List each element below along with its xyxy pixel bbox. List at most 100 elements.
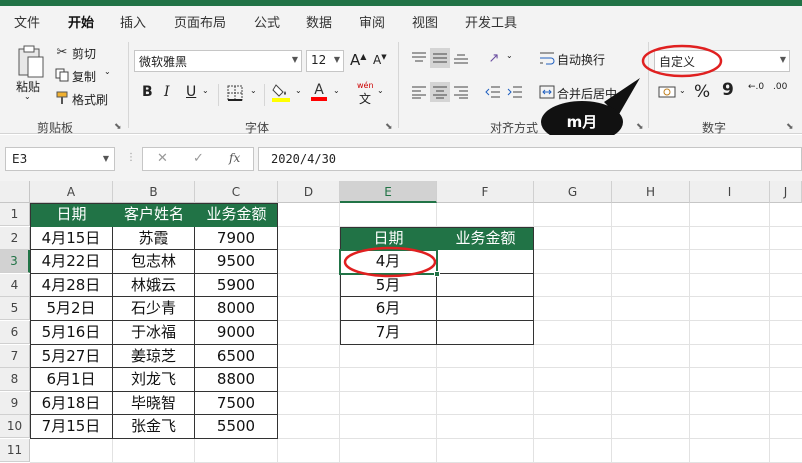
- tab-review[interactable]: 审阅: [359, 12, 385, 31]
- underline-dropdown-icon[interactable]: ⌄: [202, 86, 209, 95]
- table-cell[interactable]: [437, 273, 534, 298]
- table-cell[interactable]: 8800: [195, 368, 278, 392]
- font-color-icon[interactable]: A: [310, 81, 328, 103]
- bold-button[interactable]: B: [142, 84, 153, 100]
- table-cell[interactable]: 5月27日: [30, 344, 113, 369]
- tab-view[interactable]: 视图: [412, 12, 438, 31]
- copy-button[interactable]: 复制: [72, 68, 96, 85]
- phonetic-guide-icon[interactable]: wén: [357, 81, 374, 90]
- tab-developer[interactable]: 开发工具: [465, 12, 517, 31]
- table-cell[interactable]: 6月: [340, 297, 437, 321]
- accounting-format-icon[interactable]: [657, 84, 677, 100]
- name-box[interactable]: E3 ▼: [5, 147, 115, 171]
- row-header-3[interactable]: 3: [0, 250, 30, 274]
- row-header-11[interactable]: 11: [0, 439, 30, 462]
- decrease-indent-icon[interactable]: [484, 84, 502, 100]
- tab-home[interactable]: 开始: [68, 12, 94, 31]
- column-header-i[interactable]: I: [690, 181, 770, 203]
- insert-function-icon[interactable]: fx: [229, 151, 240, 165]
- align-bottom-icon[interactable]: [452, 50, 470, 66]
- increase-indent-icon[interactable]: [506, 84, 524, 100]
- table-header-cell[interactable]: 业务金额: [437, 226, 534, 251]
- column-header-g[interactable]: G: [534, 181, 612, 203]
- table-cell[interactable]: 6月18日: [30, 391, 113, 416]
- table-header-cell[interactable]: 客户姓名: [113, 203, 195, 227]
- table-cell[interactable]: 林娥云: [113, 273, 195, 298]
- align-right-icon[interactable]: [452, 84, 470, 100]
- table-cell[interactable]: 张金飞: [113, 415, 195, 439]
- table-cell[interactable]: 4月22日: [30, 250, 113, 274]
- table-cell[interactable]: 刘龙飞: [113, 368, 195, 392]
- align-center-icon[interactable]: [430, 82, 450, 102]
- column-header-c[interactable]: C: [195, 181, 278, 203]
- cancel-icon[interactable]: ✕: [157, 151, 168, 166]
- table-cell[interactable]: 姜琼芝: [113, 344, 195, 369]
- paste-dropdown-icon[interactable]: ⌄: [24, 92, 31, 101]
- column-header-a[interactable]: A: [30, 181, 113, 203]
- row-header-6[interactable]: 6: [0, 321, 30, 344]
- align-top-icon[interactable]: [410, 50, 428, 66]
- comma-style-button[interactable]: 9: [722, 80, 734, 100]
- column-header-h[interactable]: H: [612, 181, 690, 203]
- align-left-icon[interactable]: [410, 84, 428, 100]
- borders-icon[interactable]: [226, 84, 244, 102]
- font-size-combo[interactable]: 12 ▼: [306, 50, 344, 72]
- shrink-font-button[interactable]: A▼: [373, 53, 387, 67]
- row-header-2[interactable]: 2: [0, 226, 30, 250]
- table-cell[interactable]: 7月: [340, 321, 437, 345]
- select-all-corner[interactable]: [0, 181, 30, 203]
- table-cell[interactable]: 6月1日: [30, 368, 113, 392]
- tab-file[interactable]: 文件: [14, 12, 40, 31]
- table-cell[interactable]: 4月28日: [30, 273, 113, 298]
- column-header-j[interactable]: J: [770, 181, 802, 203]
- increase-decimal-button[interactable]: ←.0: [748, 83, 768, 92]
- table-cell[interactable]: 毕晓智: [113, 391, 195, 416]
- table-cell[interactable]: [437, 250, 534, 274]
- table-cell[interactable]: 7900: [195, 226, 278, 251]
- tab-insert[interactable]: 插入: [120, 12, 146, 31]
- decrease-decimal-button[interactable]: .00: [773, 83, 795, 92]
- tab-data[interactable]: 数据: [306, 12, 332, 31]
- table-cell[interactable]: 9500: [195, 250, 278, 274]
- alignment-launcher-icon[interactable]: ⬊: [636, 122, 644, 132]
- fill-color-dropdown-icon[interactable]: ⌄: [295, 86, 302, 95]
- percent-style-button[interactable]: %: [694, 82, 710, 102]
- table-cell[interactable]: 包志林: [113, 250, 195, 274]
- fill-color-icon[interactable]: [272, 82, 290, 102]
- font-name-combo[interactable]: 微软雅黑 ▼: [134, 50, 302, 72]
- column-header-b[interactable]: B: [113, 181, 195, 203]
- table-cell[interactable]: 苏霞: [113, 226, 195, 251]
- orientation-dropdown-icon[interactable]: ⌄: [506, 51, 513, 60]
- table-cell[interactable]: 5500: [195, 415, 278, 439]
- worksheet-grid[interactable]: A B C D E F G H I J 1 2 3 4 5 6 7 8 9 10 11 日期 客户姓名 业务金额 4月15日 苏霞…: [0, 181, 802, 463]
- row-header-9[interactable]: 9: [0, 391, 30, 415]
- chevron-down-icon[interactable]: ▼: [334, 55, 340, 64]
- table-cell[interactable]: 7500: [195, 391, 278, 416]
- table-cell[interactable]: 6500: [195, 344, 278, 369]
- tab-formulas[interactable]: 公式: [254, 12, 280, 31]
- drag-handle-icon[interactable]: ⋮: [126, 152, 136, 163]
- row-header-4[interactable]: 4: [0, 273, 30, 297]
- row-header-1[interactable]: 1: [0, 203, 30, 226]
- tab-page-layout[interactable]: 页面布局: [174, 12, 226, 31]
- grow-font-button[interactable]: A▲: [350, 51, 366, 69]
- table-cell[interactable]: 5月2日: [30, 297, 113, 321]
- phonetic-guide-button[interactable]: 文: [359, 90, 371, 107]
- column-header-d[interactable]: D: [278, 181, 340, 203]
- accounting-dropdown-icon[interactable]: ⌄: [679, 86, 686, 95]
- column-header-e[interactable]: E: [340, 181, 437, 203]
- row-header-7[interactable]: 7: [0, 344, 30, 368]
- wrap-text-button[interactable]: 自动换行: [557, 51, 605, 68]
- row-header-8[interactable]: 8: [0, 368, 30, 392]
- table-cell[interactable]: 9000: [195, 321, 278, 345]
- borders-dropdown-icon[interactable]: ⌄: [250, 86, 257, 95]
- table-cell[interactable]: [437, 297, 534, 321]
- formula-input[interactable]: 2020/4/30: [258, 147, 802, 171]
- underline-button[interactable]: U: [186, 84, 196, 100]
- orientation-icon[interactable]: ↗: [484, 48, 504, 68]
- column-header-f[interactable]: F: [437, 181, 534, 203]
- chevron-down-icon[interactable]: ▼: [780, 55, 786, 64]
- paste-icon[interactable]: [14, 44, 48, 80]
- chevron-down-icon[interactable]: ▼: [103, 154, 109, 163]
- table-cell[interactable]: 5月16日: [30, 321, 113, 345]
